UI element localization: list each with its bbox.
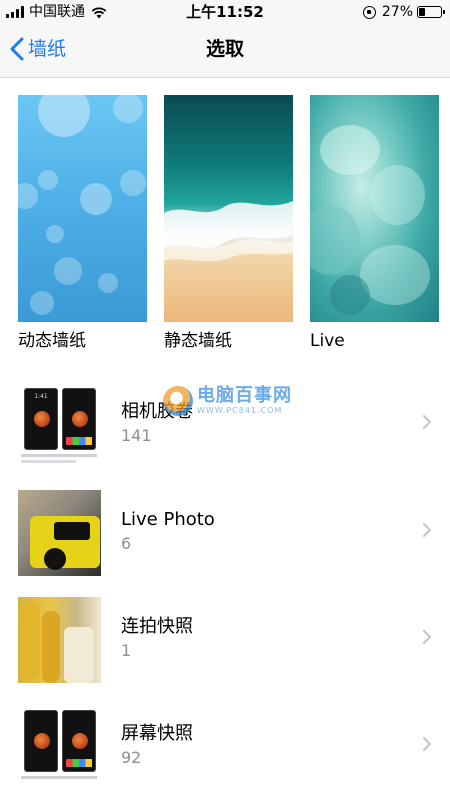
album-count: 1 [121,641,132,660]
album-thumbnail [18,597,101,683]
watermark-subtitle: WWW.PC841.COM [197,406,283,415]
live-wallpaper-tile[interactable] [310,95,439,322]
album-thumbnail: 1:41 [18,382,101,468]
album-name: 连拍快照 [121,616,193,637]
album-thumbnail [18,490,101,576]
album-thumbnail [18,704,101,790]
status-bar: 中国联通 上午11:52 27% [0,0,450,24]
battery-level-fill [419,8,425,16]
wave-foam [164,201,293,262]
still-wallpaper-tile[interactable] [164,95,293,322]
album-count: 92 [121,748,142,767]
album-row-screenshots[interactable]: 屏幕快照 92 [0,700,450,800]
dynamic-wallpaper-tile[interactable] [18,95,147,322]
battery-percent: 27% [381,4,413,20]
album-count: 141 [121,426,152,445]
chevron-right-icon [423,523,431,537]
page-title: 选取 [205,38,244,60]
watermark-title: 电脑百事网 [197,385,292,406]
battery-icon [417,6,445,18]
watermark-logo-icon [163,386,193,416]
chevron-right-icon [423,630,431,644]
navigation-bar: 墙纸 选取 [0,24,450,78]
thumb-phone-time: 1:41 [34,393,48,400]
live-wallpaper-label: Live [310,331,345,351]
album-row-live-photo[interactable]: Live Photo 6 [0,486,450,586]
album-row-bursts[interactable]: 连拍快照 1 [0,593,450,693]
album-name: 屏幕快照 [121,723,193,744]
dynamic-wallpaper-label: 动态墙纸 [18,331,86,351]
rotation-lock-icon [362,5,376,19]
watermark: 电脑百事网 WWW.PC841.COM [163,386,292,416]
album-name: Live Photo [121,509,215,530]
status-right: 27% [362,4,445,20]
chevron-right-icon [423,737,431,751]
chevron-right-icon [423,415,431,429]
still-wallpaper-label: 静态墙纸 [164,331,232,351]
album-count: 6 [121,534,132,553]
